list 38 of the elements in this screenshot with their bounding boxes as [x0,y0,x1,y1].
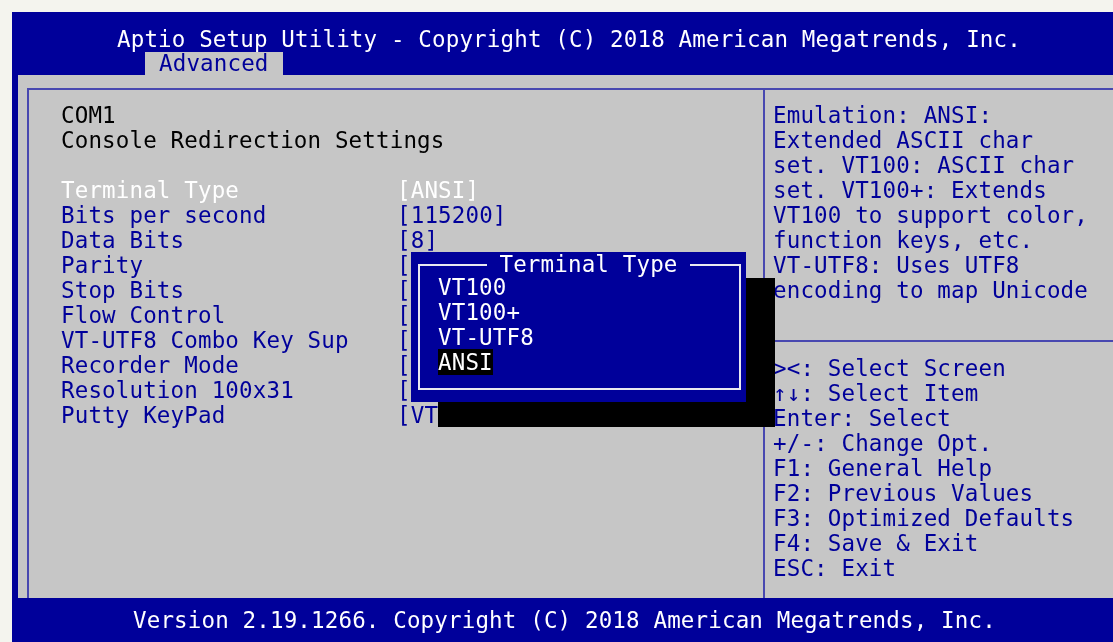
setting-label[interactable]: Parity [61,253,397,278]
key-hint: Enter: Select [773,406,953,431]
popup-option[interactable]: VT100 [438,274,507,300]
window-title: Aptio Setup Utility - Copyright (C) 2018 American Megatrends, Inc. [116,27,1022,52]
key-hint: +/-: Change Opt. [773,431,994,456]
key-hint: ↑↓: Select Item [773,381,980,406]
key-hint: F3: Optimized Defaults [773,506,1076,531]
tab[interactable]: Advanced [145,52,283,75]
setting-label[interactable]: Flow Control [61,303,397,328]
setting-value[interactable]: [8] [397,228,439,253]
setting-value[interactable]: [ [397,303,411,328]
key-hint: F4: Save & Exit [773,531,980,556]
key-hint: ESC: Exit [773,556,898,581]
help-description: Emulation: ANSI: Extended ASCII char set. VT100: ASCII char set. VT100+: Extends VT100 to support color, function keys, etc. VT-UTF8: Uses UTF8 encoding to map Unicode [772,101,1089,305]
popup-option[interactable]: VT-UTF8 [438,324,534,350]
popup-title: Terminal Type [498,252,679,277]
setting-label[interactable]: Putty KeyPad [61,403,397,428]
setting-value[interactable]: [ [397,278,411,303]
key-hint: ><: Select Screen [773,356,1007,381]
setting-value[interactable]: [ [397,378,411,403]
section-heading: Console Redirection Settings [61,128,446,153]
setting-label[interactable]: Recorder Mode [61,353,397,378]
setting-label[interactable]: VT-UTF8 Combo Key Sup [61,328,397,353]
popup-option[interactable]: VT100+ [438,299,521,325]
setting-value[interactable]: [ [397,253,411,278]
setting-value[interactable]: [ [397,353,411,378]
setting-label[interactable]: Data Bits [61,228,397,253]
popup-option[interactable]: ANSI [438,349,493,375]
section-heading: COM1 [61,103,117,128]
setting-value[interactable]: [VT [397,403,439,428]
setting-label[interactable]: Resolution 100x31 [61,378,397,403]
setting-label[interactable]: Bits per second [61,203,397,228]
key-hint: F1: General Help [773,456,994,481]
key-hint: F2: Previous Values [773,481,1035,506]
setting-value[interactable]: [115200] [397,203,507,228]
setting-label[interactable]: Stop Bits [61,278,397,303]
version-text: Version 2.19.1266. Copyright (C) 2018 American Megatrends, Inc. [133,607,996,633]
setting-value[interactable]: [ [397,328,411,353]
